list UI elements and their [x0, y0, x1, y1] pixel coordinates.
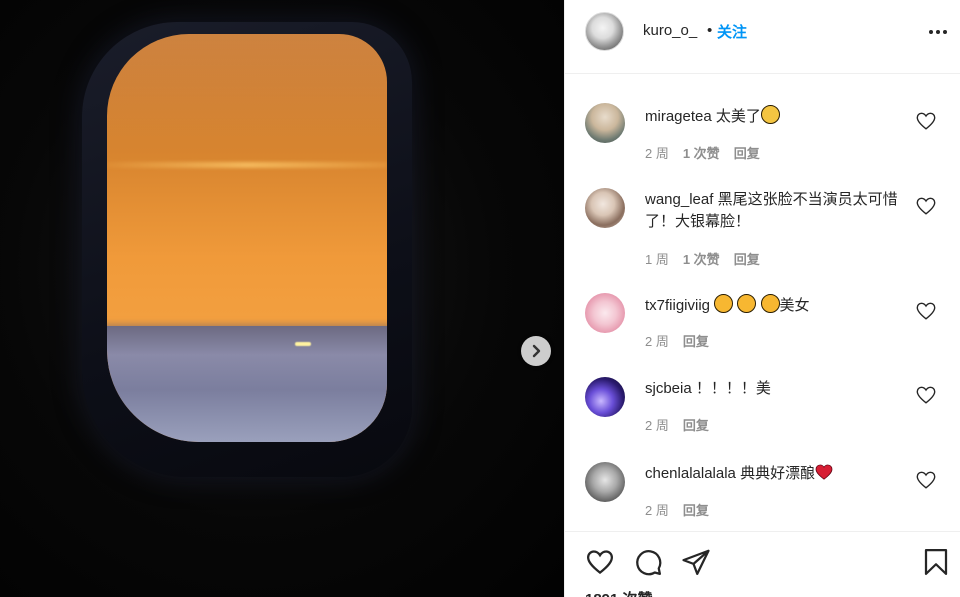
- comment-likes[interactable]: 1 次赞: [683, 249, 720, 268]
- separator-dot: •: [707, 22, 713, 39]
- worried-face-icon: [760, 105, 780, 124]
- avatar[interactable]: [585, 462, 625, 502]
- comment-time[interactable]: 2 周: [645, 500, 669, 519]
- comment-text: miragetea 太美了: [645, 105, 907, 128]
- likes-count[interactable]: 1891 次赞: [585, 588, 653, 597]
- comment-username[interactable]: sjcbeia: [645, 380, 692, 397]
- comment-item: miragetea 太美了 2 周 1 次赞 回复: [565, 100, 960, 180]
- comment-username[interactable]: miragetea: [645, 108, 712, 125]
- comment-meta: 2 周 回复: [645, 415, 709, 434]
- comment-username[interactable]: tx7fiigiviig: [645, 297, 710, 314]
- airplane-window-view: [107, 34, 387, 442]
- heart-eyes-icon: [737, 294, 757, 313]
- comment-item: sjcbeia ！！！！美 2 周 回复: [565, 375, 960, 455]
- comment-item: wang_leaf 黑尾这张脸不当演员太可惜了！大银幕脸！ 1 周 1 次赞 回…: [565, 185, 960, 285]
- reply-button[interactable]: 回复: [734, 143, 760, 162]
- comment-text: tx7fiigiviig 美女: [645, 294, 907, 317]
- heart-icon[interactable]: [915, 469, 937, 491]
- comment-item: tx7fiigiviig 美女 2 周 回复: [565, 291, 960, 371]
- post-header: kuro_o_ • 关注: [565, 0, 960, 74]
- bookmark-icon[interactable]: [921, 547, 951, 577]
- heart-icon[interactable]: [915, 110, 937, 132]
- more-icon: [929, 30, 933, 34]
- avatar[interactable]: [585, 377, 625, 417]
- send-icon[interactable]: [681, 547, 711, 577]
- reply-button[interactable]: 回复: [683, 415, 709, 434]
- avatar[interactable]: [585, 12, 624, 51]
- comment-body: 美女: [779, 297, 810, 314]
- heart-icon[interactable]: [915, 384, 937, 406]
- chevron-right-icon: [532, 344, 541, 358]
- comment-meta: 2 周 回复: [645, 331, 709, 350]
- follow-button[interactable]: 关注: [717, 21, 747, 42]
- more-options-button[interactable]: [927, 22, 949, 42]
- comment-meta: 1 周 1 次赞 回复: [645, 249, 760, 268]
- comment-icon[interactable]: [633, 547, 663, 577]
- sun: [295, 342, 311, 346]
- comment-time[interactable]: 2 周: [645, 331, 669, 350]
- comment-username[interactable]: wang_leaf: [645, 191, 713, 208]
- comment-body: 典典好漂酿: [740, 465, 816, 482]
- cloud-layer: [107, 326, 387, 442]
- avatar[interactable]: [585, 188, 625, 228]
- comment-time[interactable]: 2 周: [645, 415, 669, 434]
- post-username[interactable]: kuro_o_: [643, 22, 697, 39]
- comment-time[interactable]: 2 周: [645, 143, 669, 162]
- comment-time[interactable]: 1 周: [645, 249, 669, 268]
- reply-button[interactable]: 回复: [734, 249, 760, 268]
- comment-username[interactable]: chenlalalalala: [645, 465, 736, 482]
- heart-icon[interactable]: [915, 300, 937, 322]
- red-heart-icon: [815, 464, 833, 480]
- comment-text: chenlalalalala 典典好漂酿: [645, 463, 907, 485]
- comment-body: 太美了: [715, 108, 761, 125]
- next-photo-button[interactable]: [521, 336, 551, 366]
- reply-button[interactable]: 回复: [683, 331, 709, 350]
- comment-text: wang_leaf 黑尾这张脸不当演员太可惜了！大银幕脸！: [645, 189, 907, 233]
- comment-item: chenlalalalala 典典好漂酿 2 周 回复: [565, 460, 960, 530]
- avatar[interactable]: [585, 293, 625, 333]
- comment-meta: 2 周 回复: [645, 500, 709, 519]
- reply-button[interactable]: 回复: [683, 500, 709, 519]
- comment-body: ！！！！美: [695, 380, 771, 397]
- avatar[interactable]: [585, 103, 625, 143]
- comment-likes[interactable]: 1 次赞: [683, 143, 720, 162]
- heart-eyes-icon: [714, 294, 734, 313]
- heart-icon[interactable]: [585, 547, 615, 577]
- comment-meta: 2 周 1 次赞 回复: [645, 143, 760, 162]
- heart-icon[interactable]: [915, 195, 937, 217]
- post-media: [0, 0, 564, 597]
- post-actions: 1891 次赞: [565, 531, 960, 597]
- heart-eyes-icon: [760, 294, 780, 313]
- comment-text: sjcbeia ！！！！美: [645, 378, 907, 400]
- sky-streak: [107, 162, 387, 168]
- post-sidebar: kuro_o_ • 关注 miragetea 太美了 2 周 1 次赞 回复 w…: [564, 0, 960, 597]
